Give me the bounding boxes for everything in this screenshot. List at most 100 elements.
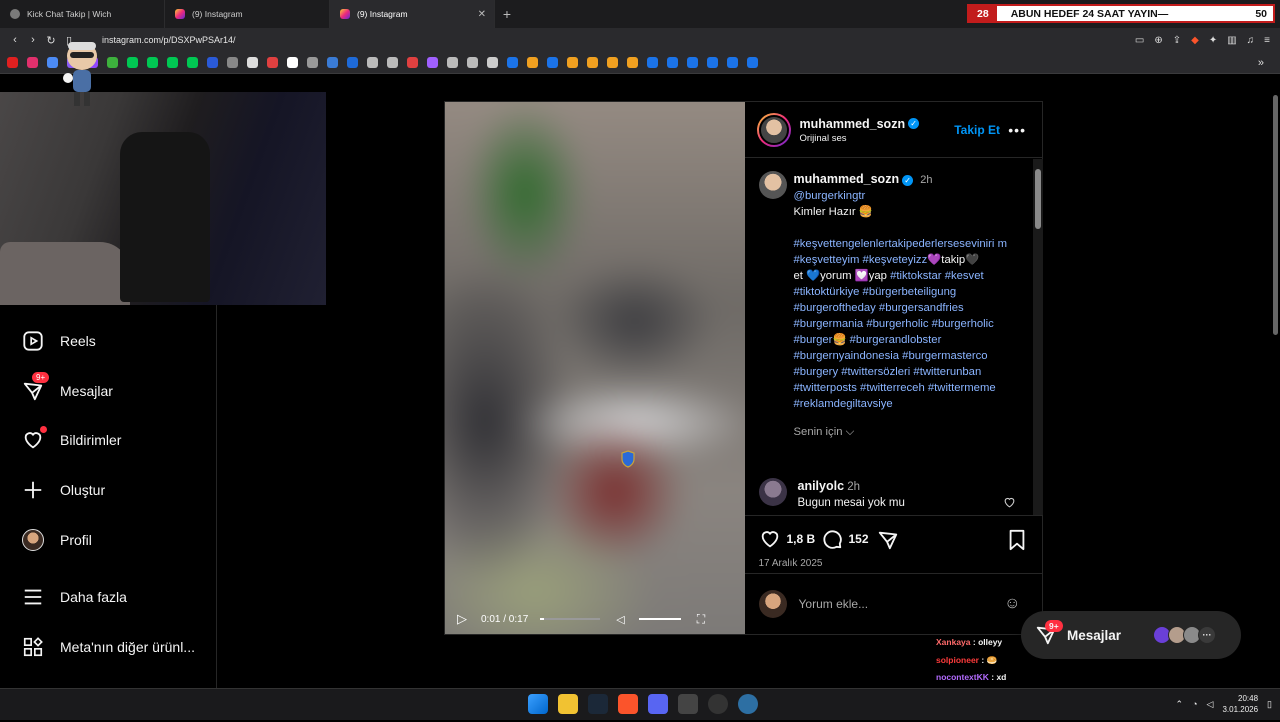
- close-tab-icon[interactable]: ✕: [478, 9, 486, 20]
- new-tab-button[interactable]: +: [495, 6, 519, 22]
- bookmark-favicon-icon[interactable]: [387, 57, 398, 68]
- caption-username[interactable]: muhammed_sozn: [794, 172, 900, 186]
- comments-scrollbar[interactable]: [1032, 159, 1043, 515]
- discord-icon[interactable]: [648, 694, 668, 714]
- notifications-icon[interactable]: ▯: [1267, 699, 1272, 710]
- caption-hashtags[interactable]: #tiktokstar #kesvet #tiktoktürkiye #bürg…: [794, 270, 996, 410]
- bookmark-favicon-icon[interactable]: [667, 57, 678, 68]
- play-icon[interactable]: ▷: [457, 611, 467, 627]
- bookmark-favicon-icon[interactable]: [487, 57, 498, 68]
- brave-icon[interactable]: [618, 694, 638, 714]
- bookmark-favicon-icon[interactable]: [27, 57, 38, 68]
- zoom-icon[interactable]: ⊕: [1154, 35, 1162, 46]
- sidebar-item-notifications[interactable]: Bildirimler: [22, 426, 121, 451]
- brave-shield-icon[interactable]: ◆: [1191, 35, 1199, 46]
- extensions-icon[interactable]: ✦: [1209, 35, 1217, 46]
- sidebar-item-more[interactable]: Daha fazla: [22, 586, 127, 608]
- bookmark-favicon-icon[interactable]: [447, 57, 458, 68]
- bookmarks-overflow-icon[interactable]: »: [1258, 57, 1264, 69]
- bookmark-favicon-icon[interactable]: [467, 57, 478, 68]
- bookmark-favicon-icon[interactable]: [167, 57, 178, 68]
- author-username[interactable]: muhammed_sozn: [800, 117, 906, 131]
- comment-input[interactable]: Yorum ekle...: [799, 597, 869, 611]
- caption-avatar[interactable]: [758, 171, 787, 199]
- bookmark-favicon-icon[interactable]: [747, 57, 758, 68]
- for-you-toggle[interactable]: Senin için ⌵: [794, 424, 1022, 440]
- app-icon[interactable]: [678, 694, 698, 714]
- scrollbar-thumb[interactable]: [1273, 95, 1278, 335]
- forward-icon[interactable]: ›: [24, 34, 42, 46]
- clock[interactable]: 20:48 3.01.2026: [1222, 693, 1258, 715]
- emoji-icon[interactable]: ☺: [1004, 595, 1020, 613]
- bookmark-favicon-icon[interactable]: [47, 57, 58, 68]
- bookmark-favicon-icon[interactable]: [207, 57, 218, 68]
- bookmark-favicon-icon[interactable]: [267, 57, 278, 68]
- volume-slider[interactable]: [638, 618, 681, 620]
- bookmark-favicon-icon[interactable]: [187, 57, 198, 68]
- sidebar-item-reels[interactable]: Reels: [22, 330, 96, 352]
- start-icon[interactable]: [528, 694, 548, 714]
- volume-icon[interactable]: ◁: [1207, 699, 1214, 710]
- tray-chevron-icon[interactable]: ⌃: [1176, 699, 1184, 710]
- bookmark-favicon-icon[interactable]: [147, 57, 158, 68]
- bookmark-favicon-icon[interactable]: [727, 57, 738, 68]
- bookmark-favicon-icon[interactable]: [607, 57, 618, 68]
- steam-icon[interactable]: [588, 694, 608, 714]
- share-icon[interactable]: [877, 529, 899, 551]
- comment-button[interactable]: 152: [821, 528, 869, 550]
- bookmark-favicon-icon[interactable]: [347, 57, 358, 68]
- app-icon[interactable]: [738, 694, 758, 714]
- fullscreen-icon[interactable]: ⛶: [697, 612, 705, 627]
- like-button[interactable]: 1,8 B: [759, 528, 816, 550]
- post-video[interactable]: ▷ 0:01 / 0:17 ◁ ⛶: [445, 102, 745, 634]
- bookmark-favicon-icon[interactable]: [687, 57, 698, 68]
- wifi-icon[interactable]: ◔: [1192, 699, 1197, 709]
- likes-count[interactable]: 1,8 B: [787, 532, 816, 546]
- video-progress[interactable]: [540, 618, 601, 620]
- tab-instagram-active[interactable]: (9) Instagram ✕: [330, 0, 495, 28]
- audio-label[interactable]: Orijinal ses: [800, 133, 920, 144]
- bookmark-favicon-icon[interactable]: [707, 57, 718, 68]
- tab-kick-chat[interactable]: Kick Chat Takip | Wich: [0, 0, 165, 28]
- sidebar-icon[interactable]: ▥: [1227, 35, 1236, 46]
- volume-icon[interactable]: ◁: [616, 613, 624, 626]
- sidebar-item-messages[interactable]: 9+ Mesajlar: [22, 372, 113, 402]
- page-scrollbar[interactable]: [1271, 85, 1280, 688]
- bookmark-favicon-icon[interactable]: [587, 57, 598, 68]
- bookmark-favicon-icon[interactable]: [127, 57, 138, 68]
- bookmark-favicon-icon[interactable]: [627, 57, 638, 68]
- bookmark-favicon-icon[interactable]: [427, 57, 438, 68]
- bookmark-favicon-icon[interactable]: [287, 57, 298, 68]
- bookmark-favicon-icon[interactable]: [247, 57, 258, 68]
- commenter-avatar[interactable]: [758, 478, 787, 506]
- obs-icon[interactable]: [708, 694, 728, 714]
- bookmark-favicon-icon[interactable]: [407, 57, 418, 68]
- menu-icon[interactable]: ≡: [1264, 35, 1270, 46]
- sidebar-item-meta[interactable]: Meta'nın diğer ürünl...: [22, 636, 195, 658]
- caption-mention[interactable]: @burgerkingtr: [794, 188, 1022, 204]
- more-options-icon[interactable]: •••: [1008, 122, 1026, 138]
- bookmark-favicon-icon[interactable]: [547, 57, 558, 68]
- bookmark-favicon-icon[interactable]: [7, 57, 18, 68]
- url-field[interactable]: instagram.com/p/DSXPwPSAr14/: [102, 35, 1135, 45]
- sidebar-item-create[interactable]: Oluştur: [22, 479, 105, 501]
- reload-icon[interactable]: ↻: [42, 34, 60, 47]
- bookmark-favicon-icon[interactable]: [567, 57, 578, 68]
- comment-like-icon[interactable]: [1003, 496, 1016, 509]
- scrollbar-thumb[interactable]: [1034, 169, 1041, 229]
- back-icon[interactable]: ‹: [6, 34, 24, 46]
- bookmark-favicon-icon[interactable]: [327, 57, 338, 68]
- share-icon[interactable]: ⇪: [1173, 35, 1181, 46]
- screen-icon[interactable]: ▭: [1135, 35, 1144, 46]
- media-icon[interactable]: ♫: [1247, 35, 1255, 46]
- follow-button[interactable]: Takip Et: [954, 123, 1000, 137]
- bookmark-favicon-icon[interactable]: [507, 57, 518, 68]
- save-icon[interactable]: [1007, 529, 1027, 551]
- bookmark-favicon-icon[interactable]: [307, 57, 318, 68]
- bookmark-favicon-icon[interactable]: [227, 57, 238, 68]
- tab-instagram-1[interactable]: (9) Instagram: [165, 0, 330, 28]
- file-explorer-icon[interactable]: [558, 694, 578, 714]
- bookmark-favicon-icon[interactable]: [107, 57, 118, 68]
- comment-username[interactable]: anilyolc: [798, 479, 845, 493]
- author-avatar[interactable]: [756, 112, 791, 147]
